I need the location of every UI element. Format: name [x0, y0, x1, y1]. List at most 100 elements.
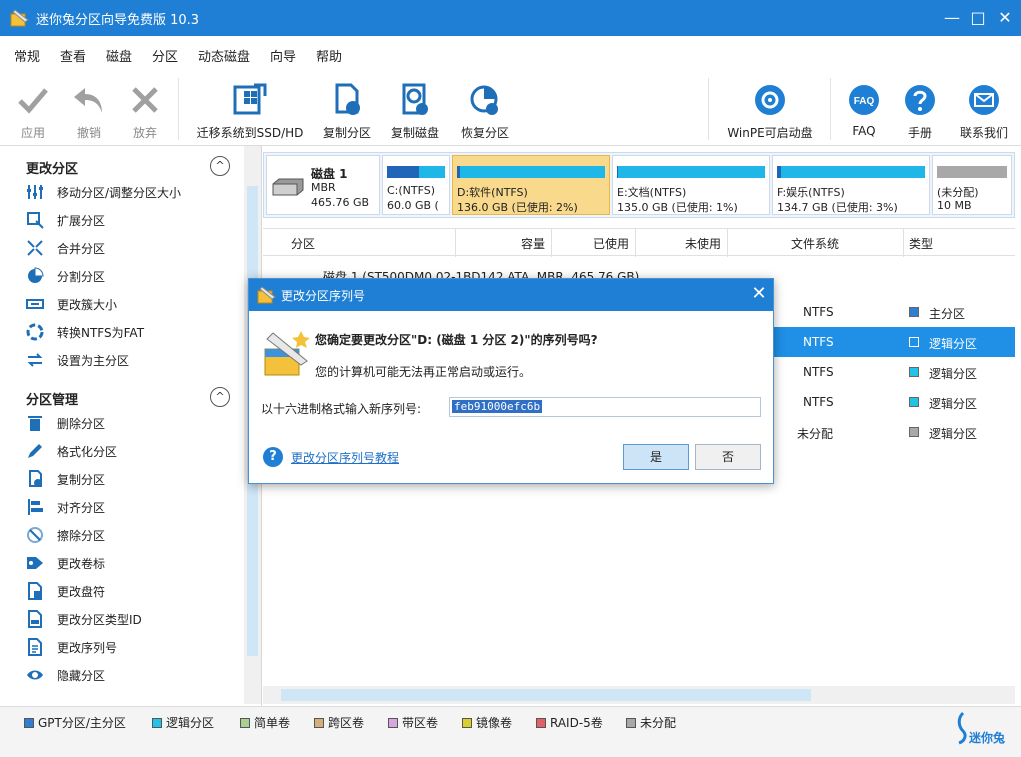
- close-button[interactable]: ✕: [993, 6, 1017, 30]
- legend-swatch: [388, 718, 398, 728]
- toolbar-separator: [708, 78, 709, 140]
- menu-wizard[interactable]: 向导: [270, 46, 296, 65]
- serial-input-label: 以十六进制格式输入新序列号:: [261, 402, 422, 416]
- partition-e[interactable]: E:文档(NTFS) 135.0 GB (已使用: 1%): [612, 155, 770, 215]
- col-partition[interactable]: 分区: [291, 235, 315, 252]
- legend-simple: 简单卷: [240, 714, 290, 731]
- serial-number-input[interactable]: feb91000efc6b: [449, 397, 761, 417]
- manual-button[interactable]: 手册: [898, 78, 942, 142]
- sidebar-item-extend[interactable]: 扩展分区: [26, 209, 226, 233]
- undo-icon: [74, 88, 102, 113]
- sidebar-item-set-primary[interactable]: 设置为主分区: [26, 349, 226, 373]
- col-capacity[interactable]: 容量: [521, 235, 545, 252]
- mail-icon: [969, 85, 999, 115]
- recover-partition-button[interactable]: 恢复分区: [456, 78, 514, 142]
- discard-button[interactable]: 放弃: [124, 78, 166, 142]
- sidebar-item-change-letter[interactable]: 更改盘符: [26, 580, 226, 604]
- partition-e-usage: [617, 166, 619, 178]
- sidebar-item-change-label[interactable]: 更改卷标: [26, 552, 226, 576]
- sidebar-group-change-partition: 更改分区: [26, 162, 79, 177]
- legend-bar: GPT分区/主分区 逻辑分区 简单卷 跨区卷 带区卷 镜像卷 RAID-5卷 未…: [0, 706, 1021, 757]
- menu-general[interactable]: 常规: [14, 46, 40, 65]
- trash-icon: [28, 416, 42, 431]
- faq-icon: FAQ: [849, 85, 879, 115]
- menu-disk[interactable]: 磁盘: [106, 46, 132, 65]
- disk-1-info[interactable]: 磁盘 1 MBR 465.76 GB: [266, 155, 380, 215]
- table-horizontal-scrollbar[interactable]: [263, 686, 1015, 704]
- faq-button[interactable]: FAQ FAQ: [842, 78, 886, 142]
- sidebar-item-copy[interactable]: 复制分区: [26, 468, 226, 492]
- partition-c[interactable]: C:(NTFS) 60.0 GB (: [382, 155, 450, 215]
- check-icon: [18, 88, 48, 114]
- yes-button[interactable]: 是: [623, 444, 689, 470]
- menu-partition[interactable]: 分区: [152, 46, 178, 65]
- sidebar-item-cluster-size[interactable]: 更改簇大小: [26, 293, 226, 317]
- table-scrollbar-thumb[interactable]: [281, 689, 811, 701]
- undo-button[interactable]: 撤销: [68, 78, 110, 142]
- sidebar-item-wipe[interactable]: 擦除分区: [26, 524, 226, 548]
- copy-partition-icon: [335, 83, 360, 115]
- legend-logical: 逻辑分区: [152, 714, 214, 731]
- disk-map: 磁盘 1 MBR 465.76 GB C:(NTFS) 60.0 GB ( D:…: [263, 152, 1015, 218]
- help-icon[interactable]: ?: [263, 447, 283, 467]
- pen-icon: [28, 444, 42, 458]
- extend-icon: [27, 212, 44, 229]
- menu-help[interactable]: 帮助: [316, 46, 342, 65]
- toolbar: 应用 撤销 放弃 迁移系统到SSD/HD 复制分区 复制磁盘 恢复分区 WinP…: [0, 72, 1021, 146]
- help-question-icon: [905, 85, 935, 115]
- legend-swatch: [314, 718, 324, 728]
- no-button[interactable]: 否: [695, 444, 761, 470]
- minimize-button[interactable]: —: [940, 6, 964, 30]
- partition-f[interactable]: F:娱乐(NTFS) 134.7 GB (已使用: 3%): [772, 155, 930, 215]
- apply-button[interactable]: 应用: [12, 78, 54, 142]
- sidebar-item-merge[interactable]: 合并分区: [26, 237, 226, 261]
- menu-view[interactable]: 查看: [60, 46, 86, 65]
- partition-d[interactable]: D:软件(NTFS) 136.0 GB (已使用: 2%): [452, 155, 610, 215]
- sidebar-item-format[interactable]: 格式化分区: [26, 440, 226, 464]
- legend-unallocated: 未分配: [626, 714, 676, 731]
- contact-us-button[interactable]: 联系我们: [954, 78, 1014, 142]
- hard-disk-icon: [272, 178, 304, 196]
- sidebar-item-change-type-id[interactable]: 更改分区类型ID: [26, 608, 226, 632]
- change-serial-dialog: 更改分区序列号 ✕ 您确定要更改分区"D: (磁盘 1 分区 2)"的序列号吗?…: [248, 278, 774, 484]
- menu-dynamic-disk[interactable]: 动态磁盘: [198, 46, 250, 65]
- copy-disk-button[interactable]: 复制磁盘: [386, 78, 444, 142]
- legend-swatch: [536, 718, 546, 728]
- col-unused[interactable]: 未使用: [685, 235, 721, 252]
- dialog-title: 更改分区序列号: [281, 289, 366, 303]
- legend-swatch: [240, 718, 250, 728]
- col-used[interactable]: 已使用: [593, 235, 629, 252]
- tag-icon: [27, 557, 43, 569]
- copy-disk-icon: [402, 83, 428, 115]
- sidebar-item-hide[interactable]: 隐藏分区: [26, 664, 226, 688]
- sidebar-item-convert-ntfs-fat[interactable]: 转换NTFS为FAT: [26, 321, 226, 345]
- window-title: 迷你兔分区向导免费版 10.3: [36, 13, 200, 28]
- drive-letter-icon: [28, 582, 42, 600]
- sidebar-item-align[interactable]: 对齐分区: [26, 496, 226, 520]
- partition-unallocated[interactable]: (未分配) 10 MB: [932, 155, 1012, 215]
- legend-spanned: 跨区卷: [314, 714, 364, 731]
- partition-wizard-icon: [264, 331, 310, 376]
- sidebar-group-partition-management: 分区管理: [26, 393, 79, 408]
- legend-striped: 带区卷: [388, 714, 438, 731]
- type-swatch: [909, 337, 919, 347]
- sidebar-item-move-resize[interactable]: 移动分区/调整分区大小: [26, 181, 226, 205]
- x-icon: [132, 87, 158, 113]
- sidebar-item-change-serial[interactable]: 更改序列号: [26, 636, 226, 660]
- merge-icon: [27, 240, 43, 256]
- maximize-button[interactable]: □: [966, 6, 990, 30]
- copy-partition-button[interactable]: 复制分区: [318, 78, 376, 142]
- dialog-close-icon[interactable]: ✕: [749, 284, 769, 304]
- toolbar-separator: [830, 78, 831, 140]
- winpe-bootable-button[interactable]: WinPE可启动盘: [724, 78, 816, 142]
- sidebar-item-split[interactable]: 分割分区: [26, 265, 226, 289]
- wipe-icon: [27, 527, 43, 543]
- col-type[interactable]: 类型: [909, 235, 933, 252]
- migrate-os-button[interactable]: 迁移系统到SSD/HD: [196, 78, 304, 142]
- collapse-change-partition-icon[interactable]: ^: [210, 156, 230, 176]
- brand-logo: 迷你兔: [955, 711, 1015, 751]
- serial-tutorial-link[interactable]: 更改分区序列号教程: [291, 449, 399, 466]
- collapse-partition-management-icon[interactable]: ^: [210, 387, 230, 407]
- sidebar-item-delete[interactable]: 删除分区: [26, 412, 226, 436]
- col-filesystem[interactable]: 文件系统: [791, 235, 839, 252]
